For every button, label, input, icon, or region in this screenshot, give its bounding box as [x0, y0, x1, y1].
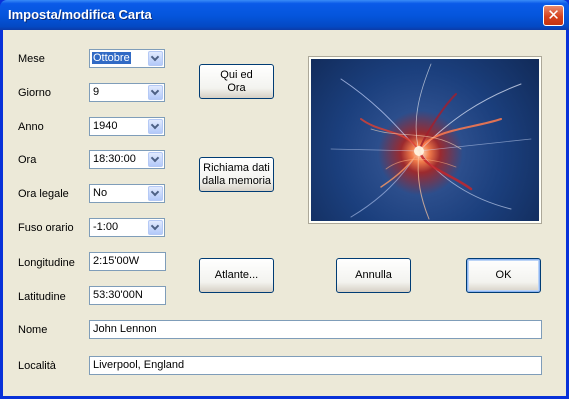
timezone-select[interactable]: -1:00: [89, 218, 165, 237]
window-title: Imposta/modifica Carta: [8, 7, 152, 22]
place-field[interactable]: Liverpool, England: [89, 356, 542, 375]
cancel-button[interactable]: Annulla: [336, 258, 411, 293]
longitude-label: Longitudine: [18, 257, 75, 269]
atlas-button-label: Atlante...: [214, 269, 259, 281]
latitude-label: Latitudine: [18, 291, 66, 303]
name-value: John Lennon: [93, 323, 157, 335]
day-value: 9: [93, 86, 100, 98]
ok-button-label: OK: [495, 269, 512, 281]
chevron-down-icon[interactable]: [148, 85, 163, 100]
timezone-label: Fuso orario: [18, 222, 74, 234]
now-button-line2: Ora: [227, 81, 246, 94]
recall-button-line1: Richiama dati: [203, 161, 270, 174]
place-value: Liverpool, England: [93, 359, 185, 371]
close-icon: ✕: [547, 7, 560, 24]
month-label: Mese: [18, 53, 45, 65]
month-select[interactable]: Ottobre: [89, 49, 165, 68]
day-label: Giorno: [18, 87, 52, 99]
chevron-down-icon[interactable]: [148, 119, 163, 134]
chevron-down-icon[interactable]: [148, 186, 163, 201]
now-button[interactable]: Qui ed Ora: [199, 64, 274, 99]
dst-select[interactable]: No: [89, 184, 165, 203]
dst-label: Ora legale: [18, 188, 69, 200]
title-bar[interactable]: Imposta/modifica Carta ✕: [0, 0, 569, 30]
chevron-down-icon[interactable]: [148, 220, 163, 235]
chevron-down-icon[interactable]: [148, 51, 163, 66]
name-field[interactable]: John Lennon: [89, 320, 542, 339]
name-label: Nome: [18, 324, 48, 336]
year-label: Anno: [18, 121, 44, 133]
dialog-body: Mese Ottobre Giorno 9 Anno 1940 Ora 18:3…: [3, 30, 566, 396]
close-button[interactable]: ✕: [543, 5, 564, 26]
longitude-field[interactable]: 2:15'00W: [89, 252, 166, 271]
recall-button-line2: dalla memoria: [201, 174, 272, 187]
dst-value: No: [93, 187, 108, 199]
time-select[interactable]: 18:30:00: [89, 150, 165, 169]
time-label: Ora: [18, 154, 37, 166]
longitude-value: 2:15'00W: [93, 255, 140, 267]
latitude-field[interactable]: 53:30'00N: [89, 286, 166, 305]
year-value: 1940: [93, 120, 118, 132]
fractal-art: [330, 63, 532, 220]
ok-button[interactable]: OK: [466, 258, 541, 293]
timezone-value: -1:00: [93, 221, 119, 233]
recall-memory-button[interactable]: Richiama dati dalla memoria: [199, 157, 274, 192]
cancel-button-label: Annulla: [355, 269, 392, 281]
dialog-window: Imposta/modifica Carta ✕ Mese Ottobre Gi…: [0, 0, 569, 399]
month-value: Ottobre: [92, 52, 131, 64]
time-value: 18:30:00: [93, 153, 136, 165]
fractal-image: [308, 56, 542, 224]
year-select[interactable]: 1940: [89, 117, 165, 136]
latitude-value: 53:30'00N: [93, 289, 143, 301]
place-label: Località: [18, 360, 56, 372]
now-button-line1: Qui ed: [220, 68, 253, 81]
atlas-button[interactable]: Atlante...: [199, 258, 274, 293]
day-select[interactable]: 9: [89, 83, 165, 102]
chevron-down-icon[interactable]: [148, 152, 163, 167]
